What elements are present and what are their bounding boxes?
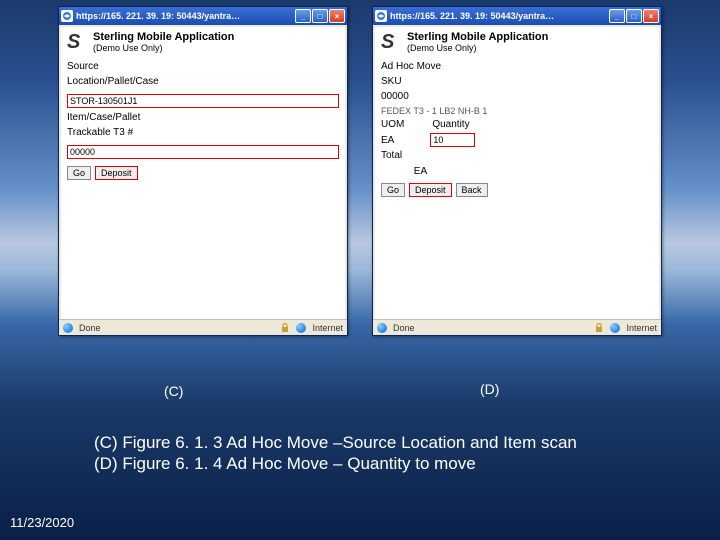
ie-icon (61, 10, 73, 22)
ie-icon (375, 10, 387, 22)
app-subtitle: (Demo Use Only) (93, 43, 339, 53)
zone-icon (610, 323, 620, 333)
app-logo: S (67, 31, 87, 55)
maximize-button[interactable]: □ (626, 9, 642, 23)
qty-label: Quantity (432, 119, 469, 130)
app-title: Sterling Mobile Application (407, 31, 653, 43)
location-input[interactable] (67, 94, 339, 108)
location-label: Location/Pallet/Case (67, 76, 339, 88)
close-button[interactable]: × (643, 9, 659, 23)
titlebar-url: https://165. 221. 39. 19: 50443/yantra… (76, 11, 292, 21)
app-subtitle: (Demo Use Only) (407, 43, 653, 53)
total-ea: EA (414, 166, 427, 177)
item-label: Item/Case/Pallet (67, 112, 339, 124)
close-button[interactable]: × (329, 9, 345, 23)
statusbar: Done Internet (373, 319, 661, 335)
total-blank (381, 166, 384, 177)
desc-label: FEDEX T3 - 1 LB2 NH-B 1 (381, 106, 653, 116)
uom-value: EA (381, 135, 394, 146)
statusbar: Done Internet (59, 319, 347, 335)
lock-icon (280, 323, 290, 333)
item-input[interactable] (67, 145, 339, 159)
status-internet: Internet (626, 323, 657, 333)
globe-icon (377, 323, 387, 333)
content-area: S Sterling Mobile Application (Demo Use … (61, 27, 345, 319)
app-title: Sterling Mobile Application (93, 31, 339, 43)
status-internet: Internet (312, 323, 343, 333)
browser-window-d: https://165. 221. 39. 19: 50443/yantra… … (372, 6, 662, 336)
go-button[interactable]: Go (67, 166, 91, 180)
total-label: Total (381, 150, 653, 162)
go-button[interactable]: Go (381, 183, 405, 197)
deposit-button[interactable]: Deposit (95, 166, 138, 180)
titlebar: https://165. 221. 39. 19: 50443/yantra… … (59, 7, 347, 25)
minimize-button[interactable]: _ (609, 9, 625, 23)
browser-window-c: https://165. 221. 39. 19: 50443/yantra… … (58, 6, 348, 336)
lock-icon (594, 323, 604, 333)
app-logo: S (381, 31, 401, 55)
back-button[interactable]: Back (456, 183, 488, 197)
caption-line-2: (D) Figure 6. 1. 4 Ad Hoc Move – Quantit… (94, 453, 654, 474)
caption: (C) Figure 6. 1. 3 Ad Hoc Move –Source L… (94, 432, 654, 475)
sku-value: 00000 (381, 91, 653, 103)
qty-input[interactable] (430, 133, 475, 147)
status-done: Done (393, 323, 415, 333)
globe-icon (63, 323, 73, 333)
sku-label: SKU (381, 76, 653, 88)
titlebar-url: https://165. 221. 39. 19: 50443/yantra… (390, 11, 606, 21)
adhoc-title: Ad Hoc Move (381, 61, 653, 73)
figure-label-c: (C) (164, 383, 183, 399)
maximize-button[interactable]: □ (312, 9, 328, 23)
source-label: Source (67, 61, 339, 73)
content-area: S Sterling Mobile Application (Demo Use … (375, 27, 659, 319)
trackable-label: Trackable T3 # (67, 127, 339, 139)
status-done: Done (79, 323, 101, 333)
zone-icon (296, 323, 306, 333)
titlebar: https://165. 221. 39. 19: 50443/yantra… … (373, 7, 661, 25)
deposit-button[interactable]: Deposit (409, 183, 452, 197)
uom-label: UOM (381, 119, 404, 130)
slide-date: 11/23/2020 (10, 515, 74, 530)
figure-label-d: (D) (480, 381, 499, 397)
caption-line-1: (C) Figure 6. 1. 3 Ad Hoc Move –Source L… (94, 432, 654, 453)
minimize-button[interactable]: _ (295, 9, 311, 23)
